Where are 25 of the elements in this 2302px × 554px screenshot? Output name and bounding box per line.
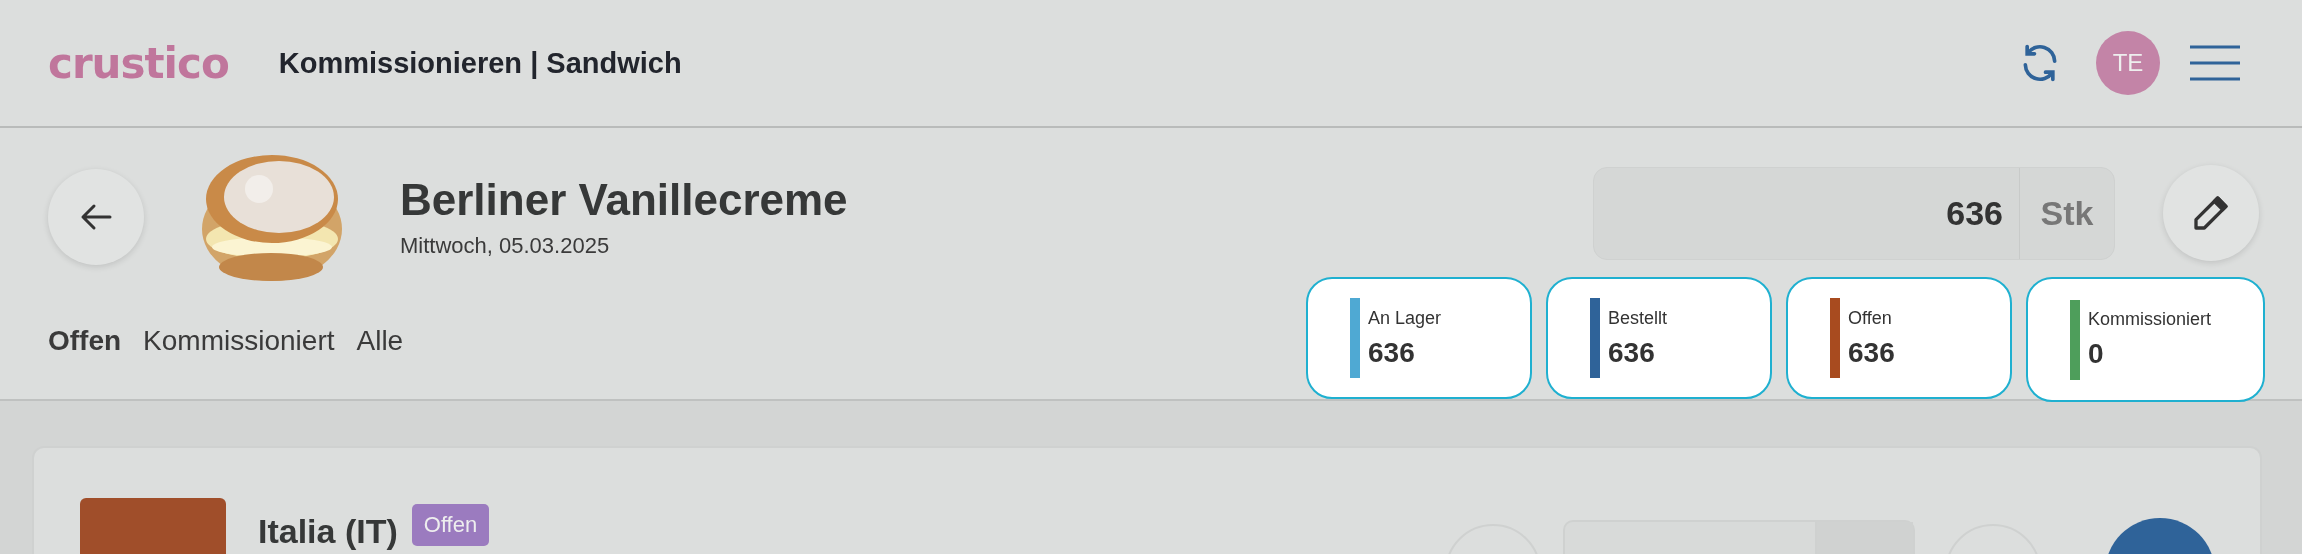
edit-button[interactable] bbox=[2163, 165, 2259, 261]
stat-value: 636 bbox=[1848, 336, 1895, 369]
pencil-icon bbox=[2191, 193, 2231, 233]
country-name: Italia (IT) bbox=[258, 512, 398, 551]
stat-label: An Lager bbox=[1368, 307, 1442, 329]
filter-tab[interactable]: Alle bbox=[356, 325, 404, 357]
product-date: Mittwoch, 05.03.2025 bbox=[400, 233, 611, 259]
quantity-value: 636 bbox=[1945, 193, 2004, 233]
stat-value: 0 bbox=[2088, 338, 2105, 370]
back-button[interactable] bbox=[48, 169, 144, 265]
quantity-field[interactable]: 636 Stk bbox=[1593, 166, 2115, 260]
arrow-left-icon bbox=[80, 203, 112, 231]
status-tag: Offen bbox=[411, 504, 490, 546]
product-name: Berliner Vanillecreme bbox=[400, 175, 848, 225]
stat-value: 636 bbox=[1608, 336, 1656, 369]
stat-label: Kommissioniert bbox=[2088, 309, 2212, 330]
page-title: Kommissionieren | Sandwich bbox=[278, 46, 683, 80]
unit-label: Stk bbox=[2019, 167, 2114, 259]
stat-label: Offen bbox=[1848, 307, 1893, 329]
menu-icon[interactable] bbox=[2190, 43, 2240, 83]
stat-label: Bestellt bbox=[1608, 307, 1668, 329]
logo: crustico bbox=[48, 38, 229, 88]
stat-value: 636 bbox=[1368, 336, 1416, 369]
filter-tab[interactable]: Offen bbox=[48, 325, 122, 357]
filter-tab[interactable]: Kommissioniert bbox=[143, 325, 335, 357]
